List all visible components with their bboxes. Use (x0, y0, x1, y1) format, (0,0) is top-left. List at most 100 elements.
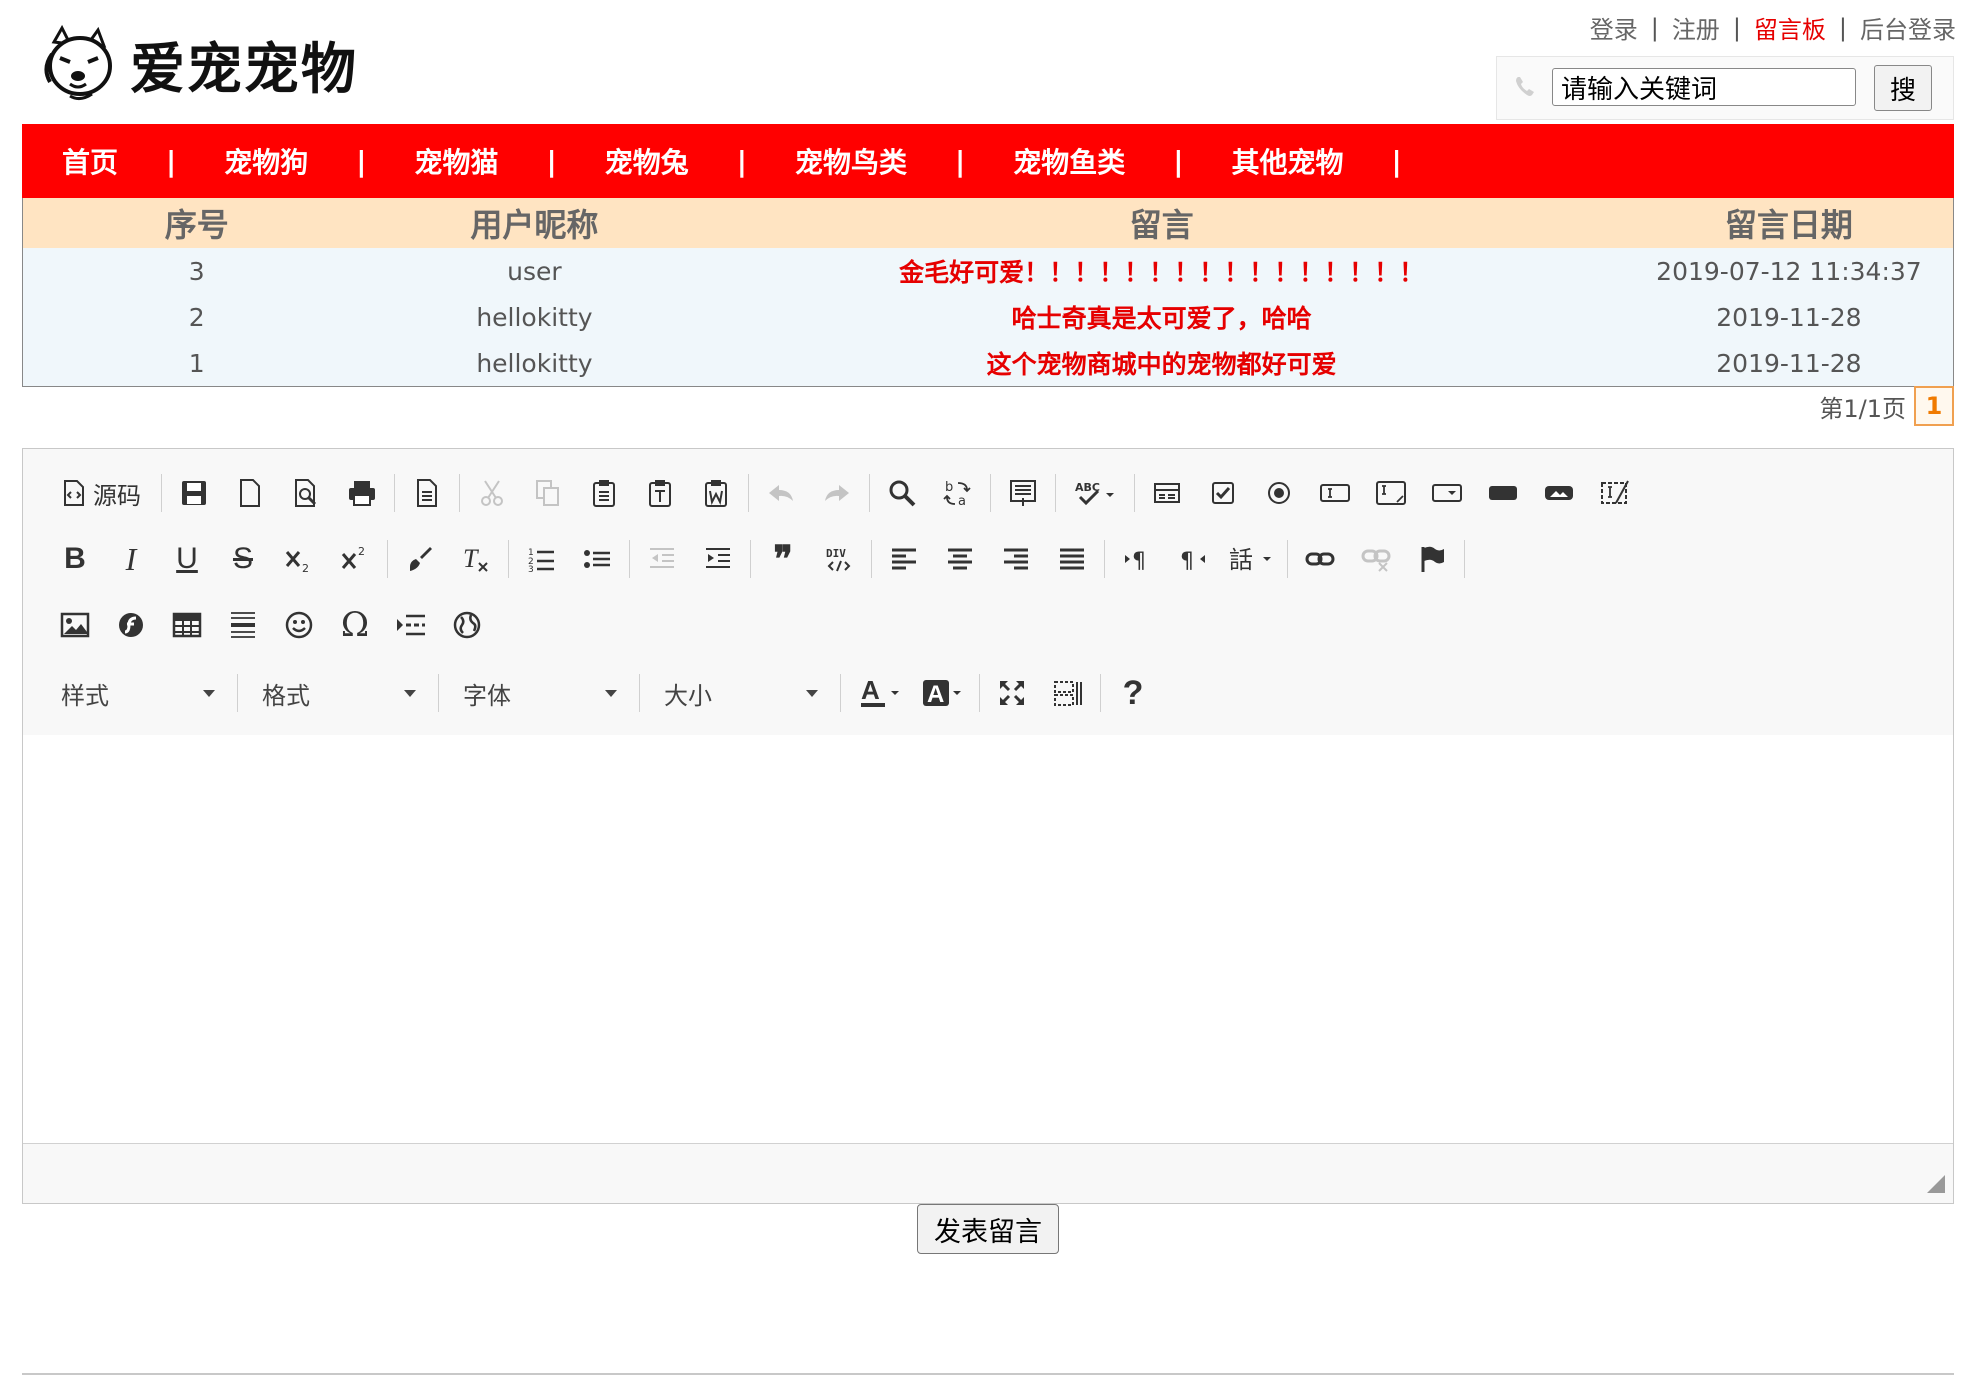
link-button[interactable] (1292, 533, 1348, 585)
styles-combo[interactable]: 样式 (47, 671, 227, 715)
row-date: 2019-11-28 (1624, 340, 1953, 386)
textfield-button[interactable] (1307, 467, 1363, 519)
outdent-button[interactable] (634, 533, 690, 585)
numbered-list-button[interactable]: 123 (513, 533, 569, 585)
image-button-icon (1545, 486, 1573, 500)
background-color-button[interactable]: A (913, 667, 975, 719)
rtl-button[interactable]: ¶ (1165, 533, 1221, 585)
maximize-button[interactable] (984, 667, 1040, 719)
undo-button[interactable] (753, 467, 809, 519)
image-icon (60, 612, 90, 638)
new-page-button[interactable] (222, 467, 278, 519)
page-info: 第1/1页 (1819, 394, 1906, 423)
spellcheck-button[interactable]: ABC (1060, 467, 1130, 519)
select-field-button[interactable] (1419, 467, 1475, 519)
copy-format-button[interactable] (392, 533, 448, 585)
align-left-icon (892, 548, 916, 570)
nav-item-other[interactable]: 其他宠物 (1232, 141, 1344, 181)
search-input[interactable] (1552, 68, 1856, 106)
format-combo[interactable]: 格式 (248, 671, 428, 715)
anchor-button[interactable] (1404, 533, 1460, 585)
justify-button[interactable] (1044, 533, 1100, 585)
chevron-down-icon (806, 689, 818, 697)
page-number-button[interactable]: 1 (1914, 386, 1954, 426)
align-right-button[interactable] (988, 533, 1044, 585)
resize-handle[interactable] (1927, 1175, 1945, 1193)
paste-text-button[interactable] (632, 467, 688, 519)
font-size-combo[interactable]: 大小 (650, 671, 830, 715)
blockquote-button[interactable]: ❞ (755, 533, 811, 585)
preview-button[interactable] (278, 467, 334, 519)
page-break-icon (397, 614, 425, 636)
message-board-link[interactable]: 留言板 (1754, 10, 1826, 45)
copy-icon (536, 480, 559, 506)
unlink-button[interactable] (1348, 533, 1404, 585)
login-link[interactable]: 登录 (1590, 10, 1638, 45)
register-link[interactable]: 注册 (1672, 10, 1720, 45)
font-combo[interactable]: 字体 (449, 671, 629, 715)
nav-item-cats[interactable]: 宠物猫 (415, 141, 499, 181)
redo-button[interactable] (809, 467, 865, 519)
show-blocks-button[interactable] (1040, 667, 1096, 719)
button-field-button[interactable] (1475, 467, 1531, 519)
superscript-button[interactable]: 2 (327, 533, 383, 585)
paste-word-button[interactable] (688, 467, 744, 519)
indent-button[interactable] (690, 533, 746, 585)
align-center-button[interactable] (932, 533, 988, 585)
find-button[interactable] (874, 467, 930, 519)
table-button[interactable] (159, 599, 215, 651)
paste-button[interactable] (576, 467, 632, 519)
nav-item-fish[interactable]: 宠物鱼类 (1013, 141, 1125, 181)
replace-button[interactable]: ba (930, 467, 986, 519)
globe-icon (453, 611, 481, 639)
create-div-button[interactable]: DIV (811, 533, 867, 585)
bold-button[interactable]: B (47, 533, 103, 585)
row-id: 2 (23, 294, 371, 340)
source-button[interactable]: 源码 (47, 467, 157, 519)
site-logo[interactable]: 爱宠宠物 (40, 18, 400, 110)
flash-button[interactable] (103, 599, 159, 651)
print-button[interactable] (334, 467, 390, 519)
image-button[interactable] (47, 599, 103, 651)
image-button-field-button[interactable] (1531, 467, 1587, 519)
subscript-button[interactable]: 2 (271, 533, 327, 585)
cut-button[interactable] (464, 467, 520, 519)
copy-button[interactable] (520, 467, 576, 519)
svg-text:¶: ¶ (1180, 549, 1194, 572)
form-button[interactable] (1139, 467, 1195, 519)
horizontal-rule-button[interactable] (215, 599, 271, 651)
admin-login-link[interactable]: 后台登录 (1860, 10, 1956, 45)
select-field-icon (1432, 484, 1462, 502)
nav-item-rabbits[interactable]: 宠物兔 (605, 141, 689, 181)
text-color-icon: A (861, 677, 899, 707)
help-button[interactable]: ? (1105, 667, 1161, 719)
remove-format-button[interactable]: T (448, 533, 504, 585)
language-button[interactable]: 話 (1221, 533, 1283, 585)
text-color-button[interactable]: A (851, 667, 913, 719)
templates-button[interactable] (399, 467, 455, 519)
align-left-button[interactable] (876, 533, 932, 585)
select-all-button[interactable] (995, 467, 1051, 519)
ltr-button[interactable]: ¶ (1109, 533, 1165, 585)
textarea-button[interactable] (1363, 467, 1419, 519)
align-right-icon (1004, 548, 1028, 570)
special-char-button[interactable]: Ω (327, 599, 383, 651)
editor-content-area[interactable] (23, 735, 1953, 1144)
italic-button[interactable]: I (103, 533, 159, 585)
radio-button[interactable] (1251, 467, 1307, 519)
save-button[interactable] (166, 467, 222, 519)
bulleted-list-button[interactable] (569, 533, 625, 585)
hidden-field-button[interactable] (1587, 467, 1643, 519)
iframe-button[interactable] (439, 599, 495, 651)
page-break-button[interactable] (383, 599, 439, 651)
strike-button[interactable]: S (215, 533, 271, 585)
smiley-button[interactable] (271, 599, 327, 651)
nav-item-dogs[interactable]: 宠物狗 (224, 141, 308, 181)
underline-button[interactable]: U (159, 533, 215, 585)
nav-item-home[interactable]: 首页 (62, 141, 118, 181)
post-message-button[interactable]: 发表留言 (917, 1204, 1059, 1254)
nav-item-birds[interactable]: 宠物鸟类 (795, 141, 907, 181)
search-button[interactable]: 搜 (1874, 65, 1932, 111)
svg-text:2: 2 (358, 545, 365, 558)
checkbox-button[interactable] (1195, 467, 1251, 519)
